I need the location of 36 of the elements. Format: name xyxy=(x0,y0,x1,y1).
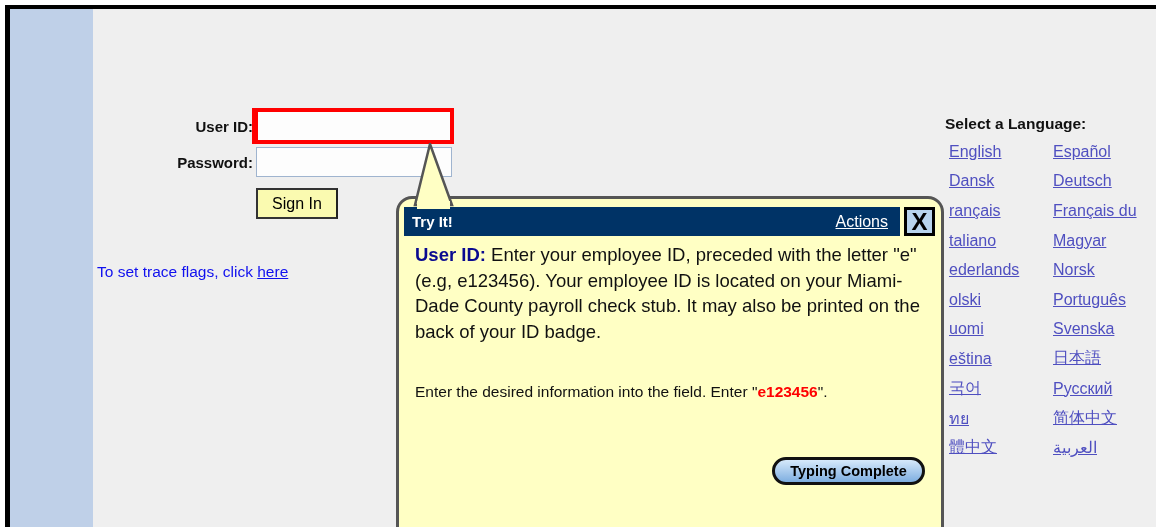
language-link[interactable]: Svenska xyxy=(1053,320,1115,339)
language-link[interactable]: uomi xyxy=(949,320,984,339)
language-link[interactable]: Français du xyxy=(1053,202,1137,220)
language-link[interactable]: 體中文 xyxy=(949,437,997,459)
language-link[interactable]: Dansk xyxy=(949,172,995,191)
callout-title: Try It! xyxy=(412,213,453,230)
language-link[interactable]: Norsk xyxy=(1053,261,1095,280)
language-link[interactable]: Español xyxy=(1053,142,1111,161)
actions-link[interactable]: Actions xyxy=(835,212,888,231)
field-label: User ID: xyxy=(194,117,253,135)
language-heading: Select a Language: xyxy=(945,115,1088,133)
language-link[interactable]: العربية xyxy=(1053,438,1097,458)
language-link[interactable]: rançais xyxy=(949,202,1001,220)
input-field[interactable] xyxy=(256,147,452,177)
language-link[interactable]: taliano xyxy=(949,231,997,250)
language-link[interactable]: English xyxy=(949,142,1002,161)
instruction-text: User ID: Enter your employee ID, preceded with the letter "e" (e.g, e123456). Your employee ID is located on your Miami-Dade County payroll check stub. It may also be printed on the back of your ID badge. xyxy=(415,243,921,344)
language-link[interactable]: Português xyxy=(1053,290,1126,309)
typing-complete-button[interactable]: Typing Complete xyxy=(772,457,925,485)
language-link[interactable]: eština xyxy=(949,349,992,368)
instruction-text: Enter the desired information into the field. Enter "e123456". xyxy=(415,382,829,402)
language-link[interactable]: Русский xyxy=(1053,379,1113,398)
language-link[interactable]: olski xyxy=(949,290,981,309)
sign-in-button[interactable]: Sign In xyxy=(256,188,338,219)
trace-text: To set trace flags, click xyxy=(97,263,254,280)
close-button[interactable]: X xyxy=(904,207,935,236)
language-link[interactable]: Magyar xyxy=(1053,231,1107,250)
input-field[interactable] xyxy=(252,108,454,144)
language-link[interactable]: 국어 xyxy=(949,378,981,400)
here-link[interactable]: here xyxy=(257,263,289,280)
language-link[interactable]: ทย xyxy=(949,405,969,431)
language-link[interactable]: ederlands xyxy=(949,261,1020,280)
language-link[interactable]: 日本語 xyxy=(1053,348,1101,370)
language-link[interactable]: Deutsch xyxy=(1053,172,1112,191)
field-label: Password: xyxy=(176,153,253,171)
language-link[interactable]: 简体中文 xyxy=(1053,407,1117,429)
